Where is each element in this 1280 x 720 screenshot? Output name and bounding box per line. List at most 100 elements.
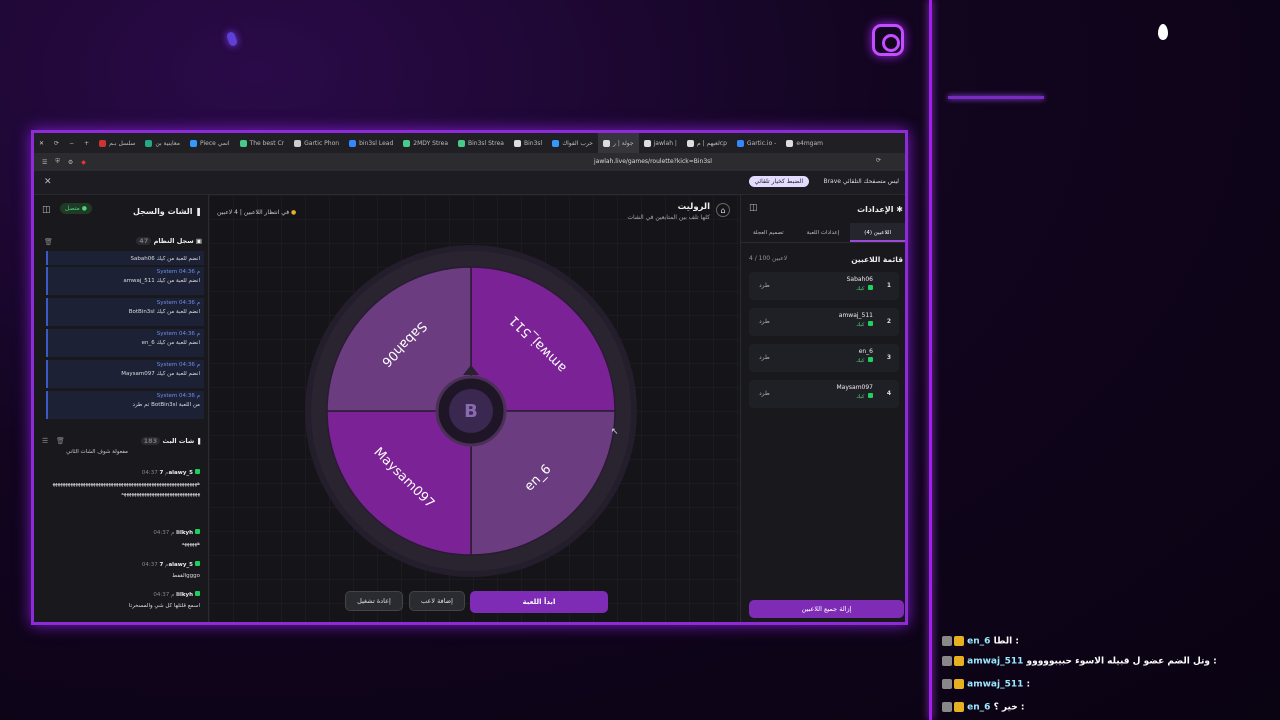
brave-icon[interactable]: ◆: [81, 159, 86, 166]
default-browser-bar: ✕ الضبط كخيار تلقائي Brave ليس متصفحك ال…: [34, 171, 905, 195]
kick-player-button[interactable]: طرد: [759, 390, 770, 397]
browser-tab[interactable]: لعيهم | مcp: [682, 133, 732, 153]
browser-tab[interactable]: The best Cr: [235, 133, 290, 153]
browser-tab[interactable]: Bin3sl Strea: [453, 133, 509, 153]
system-log-item: System 04:36 م Maysam097 انضم للعبة من كي…: [46, 360, 204, 388]
browser-tab[interactable]: Bin3sl: [509, 133, 547, 153]
chat-time: 04:37 م: [141, 470, 169, 476]
log-meta: System 04:36 م: [156, 362, 200, 368]
start-game-button[interactable]: ابدأ اللعبة: [470, 591, 608, 613]
player-source: كيك: [856, 357, 873, 364]
trash-icon[interactable]: 🗑: [56, 437, 65, 445]
tab-label: Bin3sl Strea: [468, 139, 504, 147]
extensions-icon[interactable]: ⚙: [68, 159, 73, 166]
settings-tab[interactable]: إعدادات اللعبة: [796, 223, 851, 242]
logo-icon: B: [464, 401, 478, 422]
tab-label: لعيهم | مcp: [696, 139, 727, 147]
log-text: BotBin3sl انضم للعبة من كيك: [128, 309, 200, 315]
close-window-icon[interactable]: ✕: [34, 133, 49, 153]
reload-icon[interactable]: ⟳: [49, 133, 64, 153]
panel-toggle-icon[interactable]: ◫: [749, 203, 758, 213]
chat-top-message: مفعولة شوف الشات الثاني: [66, 449, 128, 455]
connection-label: متصل: [65, 205, 80, 212]
tab-favicon-icon: [513, 139, 521, 147]
browser-tab[interactable]: Gartic Phon: [289, 133, 344, 153]
kick-badge-icon: [195, 591, 200, 596]
player-name: Maysam097: [836, 384, 873, 391]
browser-tab[interactable]: Gartic.io -: [732, 133, 781, 153]
mod-badge-icon: [942, 702, 952, 712]
chat-time: 04:37 م: [141, 562, 169, 568]
connection-badge: متصل ●: [60, 203, 92, 214]
chat-log-title: الشات والسجل: [133, 207, 193, 216]
chat-log-panel: ◫ متصل ● الشات والسجل ❚ 🗑 47 سجل النظام …: [34, 195, 209, 622]
sub-badge-icon: [954, 636, 964, 646]
new-tab-icon[interactable]: +: [79, 133, 94, 153]
mod-badge-icon: [942, 679, 952, 689]
tab-favicon-icon: [736, 139, 744, 147]
refresh-icon[interactable]: ⟳: [876, 157, 881, 164]
kick-player-button[interactable]: طرد: [759, 318, 770, 325]
browser-tab[interactable]: جولة | ر: [598, 133, 639, 153]
tab-favicon-icon: [786, 139, 794, 147]
player-number: 2: [886, 318, 891, 325]
minimize-icon[interactable]: −: [64, 133, 79, 153]
stream-chat-user: en_6: [967, 636, 991, 647]
chat-time: 04:37 م: [153, 530, 175, 536]
add-player-button[interactable]: إضافة لاعب: [409, 591, 465, 611]
frame-divider: [929, 0, 932, 720]
player-source: كيك: [856, 393, 873, 400]
tab-label: Bin3sl: [523, 139, 543, 147]
settings-tabs: اللاعبين (4) إعدادات اللعبة تصميم العجلة: [741, 223, 905, 243]
close-icon[interactable]: ✕: [44, 177, 52, 187]
tab-label: Piece انمي: [199, 139, 230, 147]
player-row: 2 amwaj_511 كيك طرد: [749, 308, 899, 336]
tab-favicon-icon: [603, 139, 611, 147]
kick-player-button[interactable]: طرد: [759, 354, 770, 361]
browser-tab[interactable]: e4mgam: [781, 133, 828, 153]
remove-all-players-button[interactable]: إزالة جميع اللاعبين: [749, 600, 904, 618]
browser-tab[interactable]: سلسل بـم: [94, 133, 140, 153]
stream-chat-user: amwaj_511: [967, 656, 1024, 667]
live-count: 183: [140, 437, 161, 445]
status-text: في انتظار اللاعبين: [243, 209, 290, 216]
browser-tab[interactable]: bin3sl Lead: [344, 133, 398, 153]
browser-tab[interactable]: معاينية بن: [140, 133, 185, 153]
restart-button[interactable]: إعادة تشغيل: [345, 591, 403, 611]
instagram-icon: [872, 24, 904, 56]
settings-tab[interactable]: تصميم العجلة: [741, 223, 796, 242]
sub-badge-icon: [954, 656, 964, 666]
browser-tab[interactable]: 2MDY Strea: [398, 133, 453, 153]
log-text: Maysam097 انضم للعبة من كيك: [121, 371, 200, 377]
list-icon[interactable]: ☰: [42, 437, 48, 445]
chat-username[interactable]: lilkyh: [176, 592, 193, 598]
chat-message: 04:37 م lilkyh ههههههه: [52, 529, 200, 549]
menu-icon[interactable]: ☰: [42, 159, 47, 166]
browser-tab[interactable]: jawlah |: [639, 133, 682, 153]
system-log-item: System 04:36 م BotBin3sl انضم للعبة من كي…: [46, 298, 204, 326]
panel-toggle-icon[interactable]: ◫: [42, 205, 51, 215]
system-log-item: System 04:36 م تم طرد BotBin3sl من اللعبة: [46, 391, 204, 419]
stream-chat-line: amwaj_511 وتل الضم عضو ل قبيله الاسوء حب…: [940, 656, 1217, 667]
url-bar: ☰ ⛨ ⚙ ◆ jawlah.live/games/roulette?kick=…: [34, 153, 905, 171]
kick-player-button[interactable]: طرد: [759, 282, 770, 289]
tab-favicon-icon: [145, 139, 153, 147]
trash-icon[interactable]: 🗑: [44, 238, 53, 246]
home-icon[interactable]: ⌂: [716, 203, 730, 217]
settings-tab[interactable]: اللاعبين (4): [850, 223, 905, 242]
log-text: تم طرد BotBin3sl من اللعبة: [132, 402, 200, 408]
chat-username[interactable]: lilkyh: [176, 530, 193, 536]
player-name: amwaj_511: [838, 312, 873, 319]
browser-tab[interactable]: حرب الفواك: [547, 133, 598, 153]
browser-window: ✕ ⟳ − + سلسل بـم معاينية بن Piece انمي The …: [31, 130, 908, 625]
chat-text: القفطgggo: [172, 573, 200, 579]
chat-message: 04:37 م lilkyh اسمع قلتلها كل شي والمسخرت…: [52, 591, 200, 611]
settings-title: الإعدادات: [857, 205, 894, 214]
address-text[interactable]: jawlah.live/games/roulette?kick=Bin3sl: [594, 158, 712, 165]
shield-icon[interactable]: ⛨: [55, 158, 60, 166]
browser-tab[interactable]: Piece انمي: [185, 133, 235, 153]
chat-text: اسمع قلتلها كل شي والمسخرتا: [128, 603, 200, 609]
set-default-button[interactable]: الضبط كخيار تلقائي: [748, 176, 809, 187]
tab-label: e4mgam: [796, 139, 824, 147]
roulette-wheel[interactable]: amwaj_511en_6Maysam097Sabah06B: [301, 241, 641, 581]
